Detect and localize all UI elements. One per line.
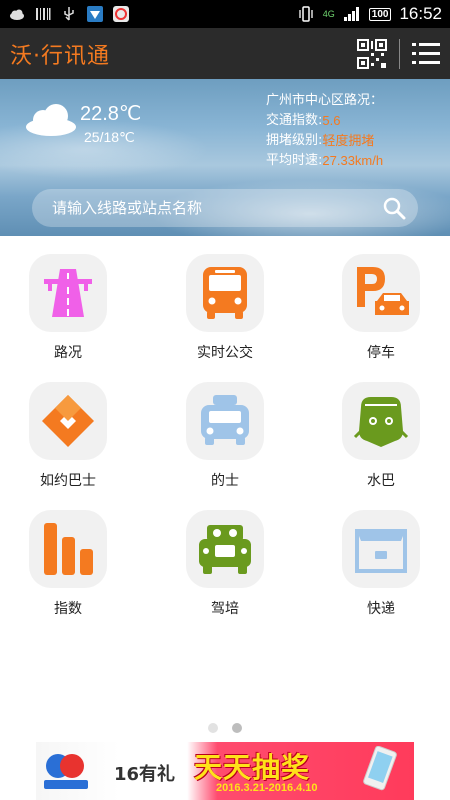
search-icon[interactable] (382, 196, 406, 220)
tile-parking[interactable]: 停车 (326, 254, 436, 364)
signal-icon (343, 7, 359, 21)
tile-driving-school[interactable]: 驾培 (170, 510, 280, 620)
cloud-notification-icon (10, 9, 24, 20)
app-title: 沃·行讯通 (10, 43, 110, 69)
cloud-icon (26, 104, 76, 136)
toolbar-divider (399, 38, 400, 69)
current-temperature: 22.8℃ (80, 103, 142, 125)
congestion-level-value: 轻度拥堵 (322, 133, 375, 148)
tile-label: 驾培 (211, 601, 239, 617)
weather-banner: 22.8℃ 25/18℃ 广州市中心区路况： 交通指数: 5.6 拥堵级别: 轻… (0, 79, 450, 236)
package-icon (355, 529, 407, 573)
tile-road-conditions[interactable]: 路况 (13, 254, 123, 364)
shield-app-icon (87, 6, 103, 22)
bus-icon (203, 267, 247, 319)
tile-label: 路况 (54, 345, 82, 361)
traffic-heading: 广州市中心区路况： (266, 93, 384, 108)
page-indicator (0, 723, 450, 733)
bars-icon (44, 523, 93, 575)
tile-taxi[interactable]: 的士 (170, 382, 280, 492)
search-bar[interactable] (32, 189, 418, 227)
tile-label: 停车 (367, 345, 395, 361)
search-input[interactable] (52, 199, 372, 217)
traffic-summary[interactable]: 广州市中心区路况： 交通指数: 5.6 拥堵级别: 轻度拥堵 平均时速: 27.… (266, 91, 383, 171)
tile-realtime-bus[interactable]: 实时公交 (170, 254, 280, 364)
network-type: 4G (322, 9, 335, 19)
barcode-notification-icon (36, 8, 51, 20)
ad-logo-icon (44, 754, 88, 789)
parking-icon (357, 267, 409, 315)
page-dot-1[interactable] (208, 723, 218, 733)
traffic-index-row: 交通指数: 5.6 (266, 111, 383, 131)
clock: 16:52 (399, 4, 442, 23)
road-icon (44, 269, 92, 317)
congestion-level-row: 拥堵级别: 轻度拥堵 (266, 131, 383, 151)
page-dot-2[interactable] (232, 723, 242, 733)
tile-label: 如约巴士 (40, 473, 96, 489)
tile-label: 实时公交 (197, 345, 253, 361)
temperature-range: 25/18℃ (84, 129, 135, 145)
congestion-level-label: 拥堵级别: (266, 133, 323, 148)
app-bar: 沃·行讯通 (0, 28, 450, 79)
ad-banner[interactable]: 16有礼 天天抽奖 2016.3.21-2016.4.10 (36, 742, 414, 800)
diamond-icon (42, 395, 94, 447)
stop-app-icon (113, 6, 129, 22)
ad-date: 2016.3.21-2016.4.10 (216, 782, 318, 794)
ad-headline: 天天抽奖 (194, 751, 311, 784)
traffic-index-label: 交通指数: (266, 113, 323, 128)
tile-index[interactable]: 指数 (13, 510, 123, 620)
status-bar: 4G 100 16:52 (0, 0, 450, 28)
average-speed-value: 27.33km/h (322, 153, 384, 168)
usb-icon (64, 7, 74, 21)
tile-charter-bus[interactable]: 如约巴士 (13, 382, 123, 492)
qr-code-icon[interactable] (357, 38, 387, 69)
ferry-icon (353, 397, 409, 447)
traffic-index-value: 5.6 (322, 113, 341, 128)
tile-label: 的士 (211, 473, 239, 489)
vibrate-icon (299, 6, 313, 22)
battery-indicator: 100 (368, 7, 392, 21)
phone-icon (363, 746, 397, 791)
average-speed-row: 平均时速: 27.33km/h (266, 151, 383, 171)
average-speed-label: 平均时速: (266, 153, 323, 168)
tile-label: 快递 (367, 601, 395, 617)
tile-water-bus[interactable]: 水巴 (326, 382, 436, 492)
tile-label: 指数 (54, 601, 82, 617)
menu-icon[interactable] (412, 41, 440, 67)
tile-label: 水巴 (367, 473, 395, 489)
tile-express[interactable]: 快递 (326, 510, 436, 620)
ad-gift-text: 16有礼 (114, 764, 176, 785)
taxi-icon (201, 395, 249, 445)
driving-school-icon (199, 525, 251, 574)
